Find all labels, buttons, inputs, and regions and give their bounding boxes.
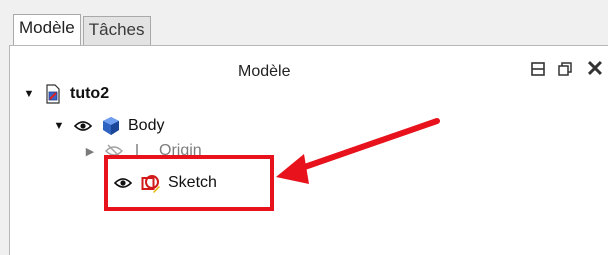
tab-modele[interactable]: Modèle xyxy=(13,14,81,45)
model-tree-window: Modèle Tâches Modèle ✕ ▼ tuto2 ▼ Body ▶ … xyxy=(0,0,608,255)
annotation-arrow-icon xyxy=(276,118,440,184)
